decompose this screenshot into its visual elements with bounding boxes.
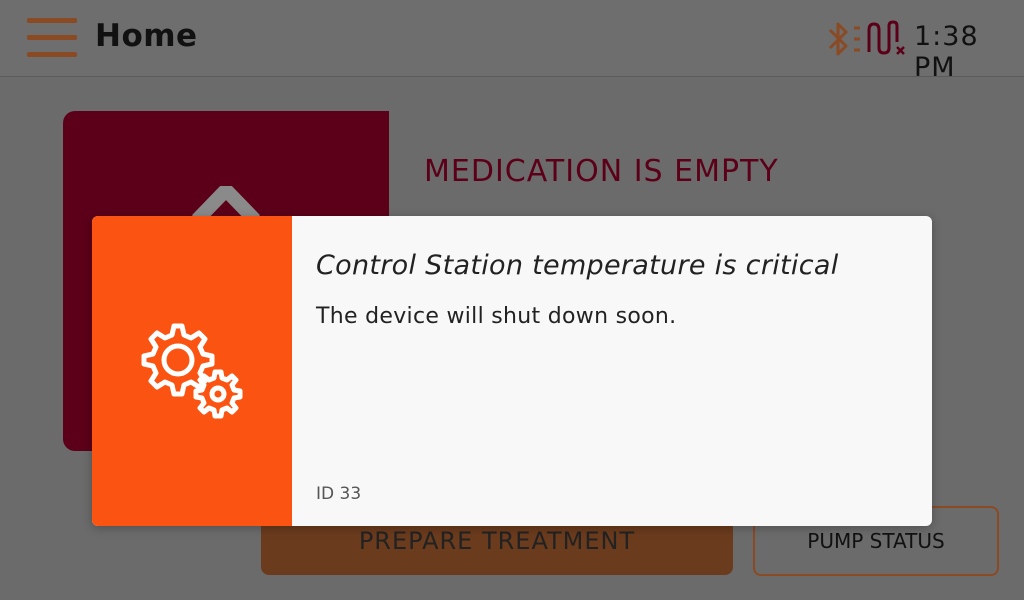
alert-dialog: Control Station temperature is critical … xyxy=(92,216,932,526)
bluetooth-icon xyxy=(828,22,860,56)
alert-icon-panel xyxy=(92,216,292,526)
top-bar: Home 1:38 PM xyxy=(0,0,1024,83)
alarm-heading: MEDICATION IS EMPTY xyxy=(424,154,779,189)
dialog-title: Control Station temperature is critical xyxy=(316,250,839,281)
page-title: Home xyxy=(95,18,198,54)
clock: 1:38 PM xyxy=(914,21,979,83)
signal-disconnected-icon xyxy=(867,20,905,55)
hamburger-menu-icon[interactable] xyxy=(27,18,77,58)
alarm-id-label: ID 33 xyxy=(316,484,362,504)
gears-icon xyxy=(141,323,243,419)
dialog-message: The device will shut down soon. xyxy=(316,304,677,329)
